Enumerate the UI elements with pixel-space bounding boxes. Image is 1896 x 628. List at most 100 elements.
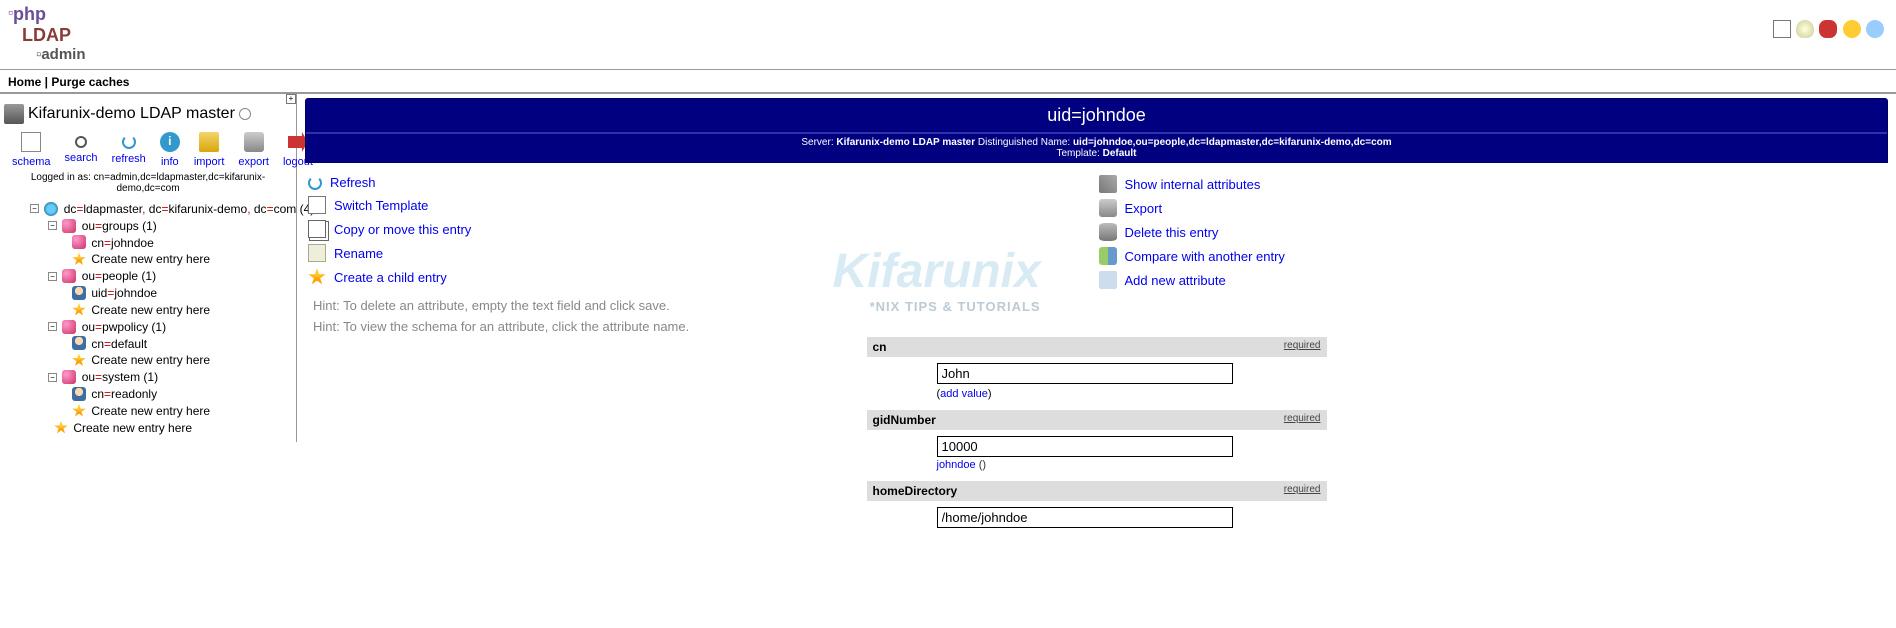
tree-ou-groups[interactable]: ou=groups (1) [82, 219, 157, 233]
action-label: Switch Template [334, 198, 428, 213]
attr-input-gidNumber[interactable] [937, 436, 1233, 457]
tree-ou-pwpolicy[interactable]: ou=pwpolicy (1) [82, 320, 166, 334]
action-icon [1099, 223, 1117, 241]
main-content: Kifarunix *NIX TIPS & TUTORIALS uid=john… [297, 94, 1896, 542]
attr-homeDirectory: homeDirectoryrequired [867, 481, 1327, 538]
action-icon [308, 268, 326, 286]
purge-caches-link[interactable]: Purge caches [51, 75, 129, 89]
action-label: Create a child entry [334, 270, 447, 285]
action-compare-with-another-entry[interactable]: Compare with another entry [1099, 244, 1886, 268]
hint-text: Hint: To delete an attribute, empty the … [305, 295, 1888, 316]
group-icon [62, 269, 76, 283]
action-label: Compare with another entry [1125, 249, 1285, 264]
refresh-link[interactable]: refresh [112, 153, 146, 165]
server-title: Kifarunix-demo LDAP master [4, 100, 292, 130]
bulb-icon[interactable] [1796, 20, 1814, 38]
server-icon [4, 104, 24, 124]
tree-create-entry[interactable]: Create new entry here [91, 252, 210, 266]
action-label: Rename [334, 246, 383, 261]
import-link[interactable]: import [194, 156, 225, 168]
bug-icon[interactable] [1819, 20, 1837, 38]
required-label: required [1284, 413, 1321, 424]
attr-input-cn[interactable] [937, 363, 1233, 384]
export-icon[interactable] [244, 132, 264, 152]
tree-toggle[interactable]: − [48, 373, 57, 382]
required-label: required [1284, 484, 1321, 495]
export-link[interactable]: export [238, 156, 269, 168]
tree-cn-default[interactable]: cn=default [91, 336, 147, 350]
user-icon [72, 336, 86, 350]
action-icon [308, 244, 326, 262]
tree-uid-johndoe[interactable]: uid=johndoe [91, 286, 157, 300]
home-link[interactable]: Home [8, 75, 41, 89]
action-label: Export [1125, 201, 1163, 216]
action-label: Delete this entry [1125, 225, 1219, 240]
tree-root[interactable]: dc=ldapmaster, dc=kifarunix-demo, dc=com… [64, 202, 315, 216]
action-icon [1099, 175, 1117, 193]
star-icon [72, 303, 86, 317]
action-refresh[interactable]: Refresh [308, 172, 1095, 193]
sidebar-expand-button[interactable]: + [286, 94, 296, 104]
tree-create-entry[interactable]: Create new entry here [91, 404, 210, 418]
smiley-icon[interactable] [1843, 20, 1861, 38]
action-icon [308, 220, 326, 238]
action-delete-this-entry[interactable]: Delete this entry [1099, 220, 1886, 244]
action-export[interactable]: Export [1099, 196, 1886, 220]
group-icon [72, 235, 86, 249]
action-rename[interactable]: Rename [308, 241, 1095, 265]
action-add-new-attribute[interactable]: Add new attribute [1099, 268, 1886, 292]
required-label: required [1284, 340, 1321, 351]
action-switch-template[interactable]: Switch Template [308, 193, 1095, 217]
action-icon [1099, 271, 1117, 289]
tree-create-entry[interactable]: Create new entry here [73, 421, 192, 435]
action-create-a-child-entry[interactable]: Create a child entry [308, 265, 1095, 289]
tree-toggle[interactable]: − [30, 204, 39, 213]
group-icon [62, 320, 76, 334]
tree-create-entry[interactable]: Create new entry here [91, 353, 210, 367]
action-icon [308, 176, 322, 190]
menubar: Home | Purge caches [0, 72, 1896, 94]
attr-cn: cnrequired (add value) [867, 337, 1327, 410]
tree-toggle[interactable]: − [48, 221, 57, 230]
add-value-link[interactable]: (add value) [937, 388, 1327, 400]
attr-header[interactable]: cnrequired [867, 337, 1327, 357]
help-icon[interactable] [1866, 20, 1884, 38]
attr-header[interactable]: gidNumberrequired [867, 410, 1327, 430]
group-icon [62, 370, 76, 384]
action-icon [308, 196, 326, 214]
star-icon [54, 421, 68, 435]
entry-header: uid=johndoe Server: Kifarunix-demo LDAP … [305, 98, 1888, 163]
refresh-icon[interactable] [122, 135, 136, 149]
clock-icon [239, 108, 251, 120]
info-icon[interactable]: i [160, 132, 180, 152]
action-label: Add new attribute [1125, 273, 1226, 288]
schema-link[interactable]: schema [12, 156, 51, 168]
app-logo: ▫php LDAP ▫admin [0, 0, 94, 67]
tree-create-entry[interactable]: Create new entry here [91, 303, 210, 317]
tree-cn-readonly[interactable]: cn=readonly [91, 387, 157, 401]
doc-icon[interactable] [1773, 20, 1791, 38]
search-link[interactable]: search [65, 152, 98, 164]
action-show-internal-attributes[interactable]: Show internal attributes [1099, 172, 1886, 196]
hint-text: Hint: To view the schema for an attribut… [305, 316, 1888, 337]
top-toolbar [1771, 0, 1896, 38]
user-icon [72, 286, 86, 300]
group-icon [62, 219, 76, 233]
sidebar: + Kifarunix-demo LDAP master schema sear… [0, 94, 297, 442]
action-label: Refresh [330, 175, 376, 190]
import-icon[interactable] [199, 132, 219, 152]
tree-ou-people[interactable]: ou=people (1) [82, 269, 156, 283]
tree-cn-johndoe[interactable]: cn=johndoe [91, 235, 153, 249]
attr-header[interactable]: homeDirectoryrequired [867, 481, 1327, 501]
attr-gidNumber: gidNumberrequired johndoe () [867, 410, 1327, 481]
schema-icon[interactable] [21, 132, 41, 152]
info-link[interactable]: info [161, 156, 179, 168]
tree-ou-system[interactable]: ou=system (1) [82, 370, 158, 384]
search-icon[interactable] [75, 136, 87, 148]
tree-toggle[interactable]: − [48, 322, 57, 331]
attr-input-homeDirectory[interactable] [937, 507, 1233, 528]
action-copy-or-move-this-entry[interactable]: Copy or move this entry [308, 217, 1095, 241]
tree-toggle[interactable]: − [48, 272, 57, 281]
globe-icon [44, 202, 58, 216]
group-ref[interactable]: johndoe () [937, 459, 1327, 471]
